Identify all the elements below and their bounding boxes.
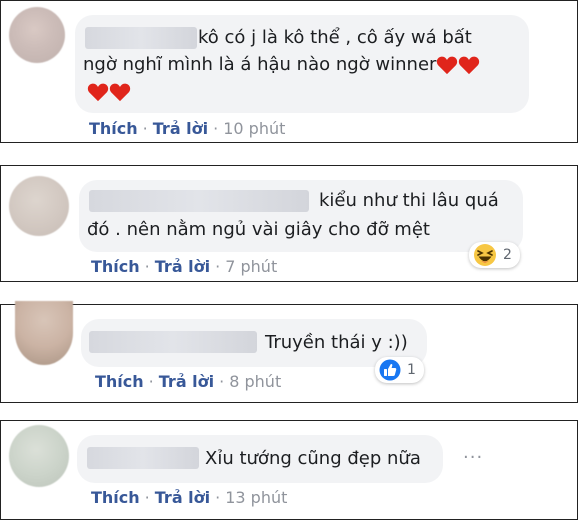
like-thumb-icon	[379, 359, 401, 381]
comment-text-line-1: kô có j là kô thể , cô ấy wá bất	[198, 27, 472, 48]
reaction-badge[interactable]: 1	[375, 357, 424, 383]
avatar[interactable]	[9, 425, 69, 487]
comment-panel-3: Truyền thái y :)) 1 Thích · Trả lời · 8 phút	[0, 301, 578, 403]
reply-link[interactable]: Trả lời	[159, 372, 214, 391]
reaction-badge[interactable]: 2	[469, 242, 520, 268]
reply-link[interactable]: Trả lời	[155, 488, 210, 507]
reply-link[interactable]: Trả lời	[155, 257, 210, 276]
like-link[interactable]: Thích	[89, 119, 138, 138]
separator: ·	[215, 257, 221, 276]
timestamp[interactable]: 7 phút	[225, 257, 277, 276]
avatar[interactable]	[9, 176, 69, 236]
reaction-count: 1	[407, 362, 416, 378]
separator: ·	[144, 257, 150, 276]
comment-text: Truyền thái y :))	[265, 332, 408, 353]
comment-text-line-2: đó . nên nằm ngủ vài giây cho đỡ mệt	[87, 219, 430, 240]
avatar[interactable]	[15, 301, 73, 365]
timestamp[interactable]: 13 phút	[225, 488, 287, 507]
comment-bubble: Truyền thái y :))	[81, 319, 427, 367]
separator: ·	[142, 119, 148, 138]
haha-emoji-icon	[474, 244, 496, 266]
heart-emoji-icon	[437, 56, 458, 75]
blurred-author-name[interactable]	[87, 447, 199, 469]
blurred-author-name[interactable]	[85, 27, 197, 49]
like-link[interactable]: Thích	[95, 372, 144, 391]
comment-bubble: kiểu như thi lâu quá đó . nên nằm ngủ và…	[79, 180, 523, 252]
separator: ·	[213, 119, 219, 138]
comment-bubble: Xỉu tướng cũng đẹp nữa	[77, 435, 443, 483]
comment-text: Xỉu tướng cũng đẹp nữa	[205, 448, 421, 469]
comment-panel-1: kô có j là kô thể , cô ấy wá bất ngờ ngh…	[0, 0, 578, 143]
reply-link[interactable]: Trả lời	[153, 119, 208, 138]
heart-emoji-icon	[459, 56, 480, 75]
separator: ·	[148, 372, 154, 391]
comment-actions: Thích · Trả lời · 13 phút	[91, 488, 287, 507]
timestamp[interactable]: 8 phút	[229, 372, 281, 391]
avatar[interactable]	[9, 7, 65, 63]
separator: ·	[219, 372, 225, 391]
comment-actions: Thích · Trả lời · 10 phút	[89, 119, 285, 138]
timestamp[interactable]: 10 phút	[223, 119, 285, 138]
separator: ·	[215, 488, 221, 507]
like-link[interactable]: Thích	[91, 488, 140, 507]
comment-actions: Thích · Trả lời · 7 phút	[91, 257, 277, 276]
blurred-author-name[interactable]	[89, 190, 309, 212]
blurred-author-name[interactable]	[89, 331, 257, 353]
heart-emoji-icon	[87, 83, 109, 102]
reaction-count: 2	[503, 247, 512, 263]
more-options-icon[interactable]: ···	[463, 447, 483, 468]
separator: ·	[144, 488, 150, 507]
comment-actions: Thích · Trả lời · 8 phút	[95, 372, 281, 391]
comment-panel-2: kiểu như thi lâu quá đó . nên nằm ngủ và…	[0, 165, 578, 282]
comment-bubble: kô có j là kô thể , cô ấy wá bất ngờ ngh…	[75, 15, 529, 113]
comment-text-line-3	[87, 79, 131, 104]
comment-panel-4: Xỉu tướng cũng đẹp nữa ··· Thích · Trả lời…	[0, 420, 578, 520]
comment-text-line-1: kiểu như thi lâu quá	[319, 190, 499, 211]
comment-text-line-2: ngờ nghĩ mình là á hậu nào ngờ winner	[83, 52, 480, 77]
heart-emoji-icon	[109, 83, 131, 102]
like-link[interactable]: Thích	[91, 257, 140, 276]
